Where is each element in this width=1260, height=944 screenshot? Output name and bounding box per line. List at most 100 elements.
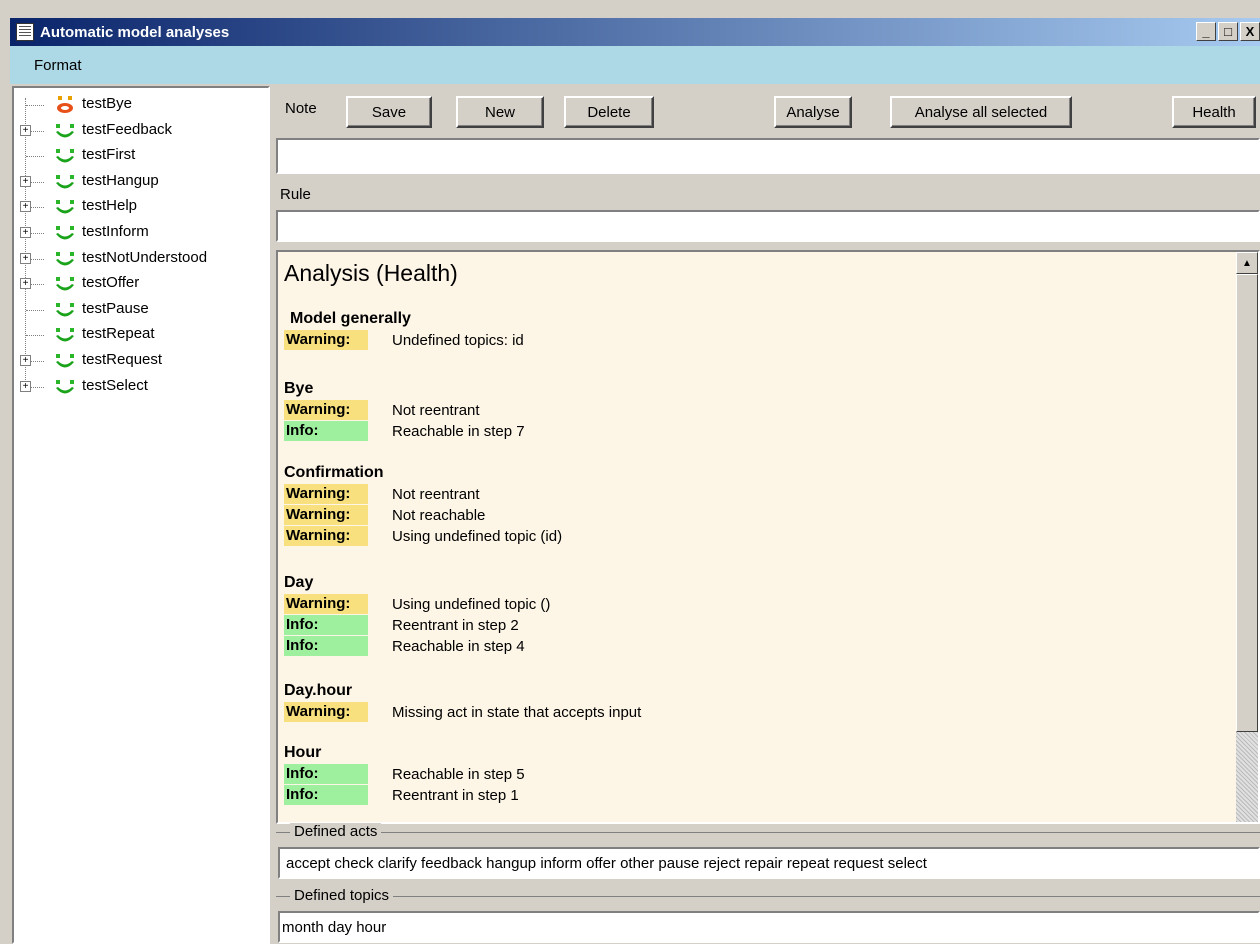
green-smile-icon — [52, 325, 78, 345]
tree-item[interactable]: + testHelp — [14, 194, 264, 220]
analysis-section-heading: Hour — [284, 744, 322, 761]
info-badge: Info: — [284, 421, 368, 441]
tree-item-label: testNotUnderstood — [82, 248, 208, 266]
warning-badge: Warning: — [284, 702, 368, 722]
save-button[interactable]: Save — [346, 96, 432, 128]
analysis-message: Warning: Not reentrant — [284, 400, 480, 420]
tree-item-label: testInform — [82, 223, 149, 240]
message-text: Undefined topics: id — [392, 331, 524, 349]
note-label: Note — [285, 100, 317, 117]
tree-item-label: testHangup — [82, 171, 159, 189]
warning-badge: Warning: — [284, 330, 368, 350]
minimize-button[interactable]: _ — [1196, 22, 1216, 41]
warning-badge: Warning: — [284, 594, 368, 614]
tree-item[interactable]: + testOffer — [14, 271, 264, 297]
info-badge: Info: — [284, 636, 368, 656]
message-text: Reentrant in step 2 — [392, 616, 519, 634]
maximize-button[interactable]: □ — [1218, 22, 1238, 41]
message-text: Reentrant in step 1 — [392, 786, 519, 804]
tree-item[interactable]: testRepeat — [14, 322, 264, 348]
analysis-section-heading: Model generally — [290, 310, 411, 327]
expand-plus-icon[interactable]: + — [20, 252, 31, 264]
defined-topics-legend: Defined topics — [290, 887, 394, 904]
analyse-button[interactable]: Analyse — [774, 96, 852, 128]
message-text: Using undefined topic (id) — [392, 527, 563, 545]
message-text: Reachable in step 7 — [392, 422, 525, 440]
rule-input[interactable] — [276, 210, 1260, 242]
tree-item-label: testPause — [82, 299, 149, 317]
tree-item[interactable]: testFirst — [14, 143, 264, 169]
green-smile-icon — [52, 274, 78, 294]
tree-item-label: testSelect — [82, 376, 148, 394]
tree-item[interactable]: + testSelect — [14, 374, 264, 400]
defined-topics-group: Defined topics month day hour — [276, 887, 1260, 944]
rule-label: Rule — [280, 186, 311, 203]
analysis-message: Info: Reachable in step 5 — [284, 764, 525, 784]
defined-topics-field[interactable]: month day hour — [278, 911, 1260, 943]
tree-item-label: testHelp — [82, 197, 138, 215]
title-bar[interactable]: Automatic model analyses _ □ X — [10, 18, 1260, 46]
tree-item-label: testRepeat — [82, 325, 155, 343]
green-smile-icon — [52, 223, 78, 243]
green-smile-icon — [52, 249, 78, 269]
tree-item[interactable]: testBye — [14, 92, 264, 118]
tree-item[interactable]: + testInform — [14, 220, 264, 246]
delete-button[interactable]: Delete — [564, 96, 654, 128]
analysis-message: Info: Reachable in step 4 — [284, 636, 525, 656]
message-text: Reachable in step 4 — [392, 637, 525, 655]
tree-item[interactable]: + testFeedback — [14, 118, 264, 144]
note-input[interactable] — [276, 138, 1260, 174]
analysis-message: Info: Reentrant in step 1 — [284, 785, 519, 805]
tree-connector — [26, 105, 44, 106]
warning-badge: Warning: — [284, 505, 368, 525]
window-title: Automatic model analyses — [40, 23, 230, 41]
tree-item-label: testFirst — [82, 146, 136, 164]
new-button[interactable]: New — [456, 96, 544, 128]
green-smile-icon — [52, 172, 78, 192]
app-icon — [16, 23, 34, 41]
analyse-all-selected-button[interactable]: Analyse all selected — [890, 96, 1072, 128]
expand-plus-icon[interactable]: + — [20, 124, 31, 136]
health-button[interactable]: Health — [1172, 96, 1256, 128]
scroll-thumb[interactable] — [1236, 274, 1258, 732]
tree-item[interactable]: + testRequest — [14, 348, 264, 374]
analysis-scrollbar[interactable]: ▲ — [1236, 252, 1258, 822]
tree-item[interactable]: + testHangup — [14, 169, 264, 195]
analysis-panel[interactable]: Analysis (Health) ▲ Model generally Warni… — [276, 250, 1260, 824]
tree-connector — [26, 335, 44, 337]
info-badge: Info: — [284, 615, 368, 635]
expand-plus-icon[interactable]: + — [20, 278, 31, 290]
scroll-up-arrow-icon[interactable]: ▲ — [1236, 252, 1258, 274]
green-smile-icon — [52, 300, 78, 320]
tree-item[interactable]: testPause — [14, 297, 264, 323]
scroll-track[interactable] — [1236, 732, 1258, 822]
green-smile-icon — [52, 146, 78, 166]
toolbar: Note Save New Delete Analyse Analyse all… — [276, 86, 1260, 136]
tree-connector — [26, 156, 44, 158]
info-badge: Info: — [284, 785, 368, 805]
analysis-title: Analysis (Health) — [284, 260, 458, 286]
tree-item[interactable]: + testNotUnderstood — [14, 246, 264, 272]
menu-format[interactable]: Format — [10, 57, 106, 74]
defined-acts-field[interactable]: accept check clarify feedback hangup inf… — [278, 847, 1260, 879]
orange-face-icon — [52, 95, 78, 115]
message-text: Not reachable — [392, 506, 486, 524]
close-button[interactable]: X — [1240, 22, 1260, 41]
message-text: Not reentrant — [392, 401, 480, 419]
analysis-section-heading: Day.hour — [284, 682, 353, 699]
expand-plus-icon[interactable]: + — [20, 380, 31, 392]
expand-plus-icon[interactable]: + — [20, 175, 31, 187]
expand-plus-icon[interactable]: + — [20, 355, 31, 366]
window-controls: _ □ X — [1196, 22, 1260, 41]
test-tree[interactable]: testBye + testFeedback testFirst + testHangup… — [12, 86, 270, 944]
tree-item-label: testOffer — [82, 274, 140, 292]
analysis-section-heading: Day — [284, 574, 314, 591]
expand-plus-icon[interactable]: + — [20, 227, 31, 238]
message-text: Using undefined topic () — [392, 595, 551, 613]
warning-badge: Warning: — [284, 484, 368, 504]
green-smile-icon — [52, 377, 78, 397]
analysis-message: Info: Reachable in step 7 — [284, 421, 525, 441]
expand-plus-icon[interactable]: + — [20, 201, 31, 213]
green-smile-icon — [52, 351, 78, 371]
analysis-message: Warning: Missing act in state that accept… — [284, 702, 641, 722]
